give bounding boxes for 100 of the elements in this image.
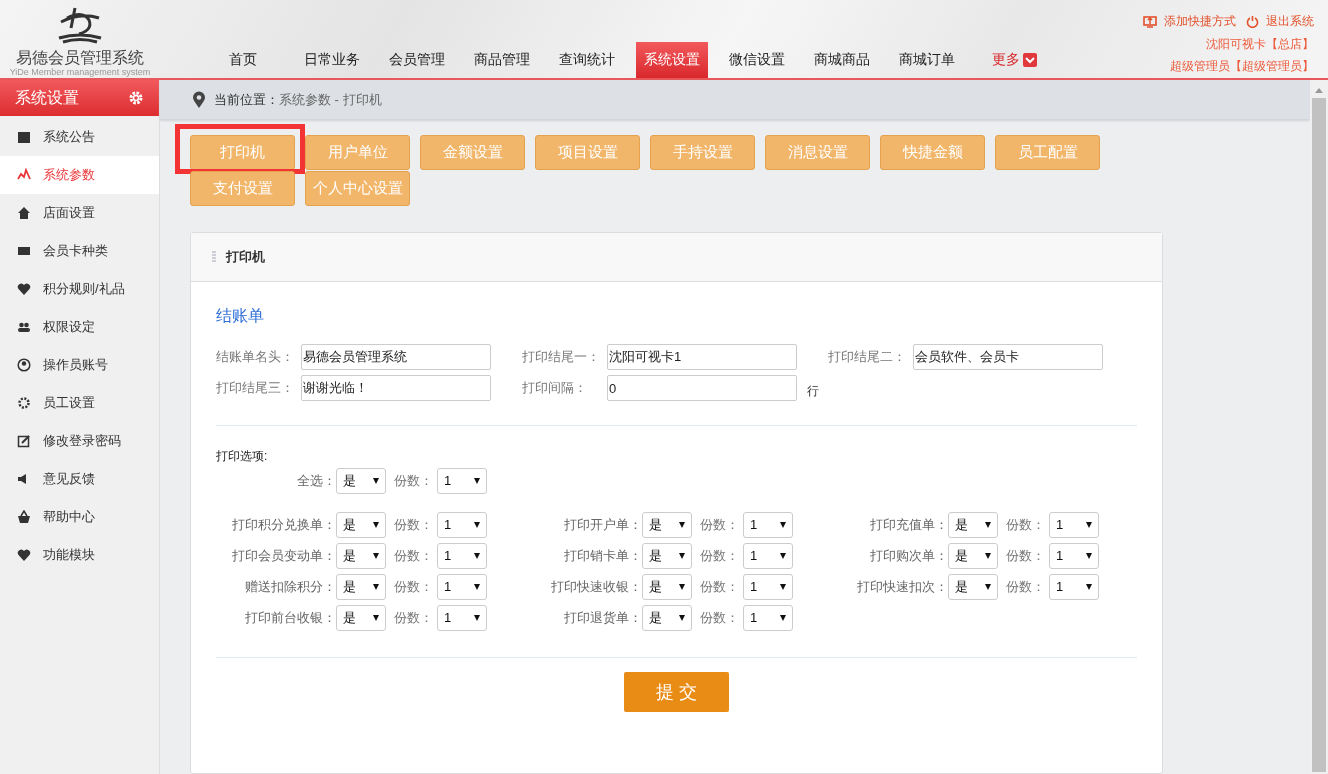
option-label: 打印前台收银： — [244, 608, 336, 627]
option-label: 赠送扣除积分： — [244, 577, 336, 596]
section-title: 结账单 — [216, 306, 265, 326]
unit-label: 行 — [807, 382, 819, 400]
copies-label: 份数： — [394, 577, 433, 596]
sidebar-item[interactable]: 员工设置 — [0, 384, 159, 422]
copies-label: 份数： — [1006, 515, 1045, 534]
power-icon — [1246, 15, 1259, 28]
dropdown[interactable]: 1 — [743, 542, 793, 569]
field-label: 打印结尾二： — [828, 348, 907, 366]
dropdown[interactable]: 是 — [336, 467, 386, 494]
field-label: 打印间隔： — [522, 379, 588, 397]
dropdown[interactable]: 是 — [642, 604, 692, 631]
calendar-icon — [17, 130, 31, 144]
option-label: 打印充值单： — [869, 515, 948, 534]
user-circle-icon — [17, 358, 31, 372]
input-field[interactable]: 会员软件、会员卡 — [913, 344, 1103, 370]
dropdown[interactable]: 1 — [1049, 542, 1099, 569]
location-pin-icon — [192, 90, 206, 109]
sidebar-item[interactable]: 权限设定 — [0, 308, 159, 346]
sidebar-item[interactable]: 系统公告 — [0, 118, 159, 156]
monitor-icon — [1143, 15, 1157, 28]
dropdown[interactable]: 1 — [743, 511, 793, 538]
dropdown[interactable]: 1 — [1049, 511, 1099, 538]
dropdown[interactable]: 1 — [437, 511, 487, 538]
dropdown[interactable]: 是 — [336, 573, 386, 600]
heart-icon — [17, 548, 31, 562]
input-field[interactable]: 易德会员管理系统 — [301, 344, 491, 370]
sidebar-item[interactable]: 会员卡种类 — [0, 232, 159, 270]
option-label: 打印会员变动单： — [231, 546, 336, 565]
breadcrumb-label: 当前位置： — [214, 90, 279, 109]
nav-item[interactable]: 会员管理 — [381, 42, 453, 78]
add-shortcut-link[interactable]: 添加快捷方式 — [1143, 13, 1236, 30]
field-label: 结账单名头： — [216, 348, 295, 366]
sidebar-item[interactable]: 意见反馈 — [0, 460, 159, 498]
option-label: 打印快速扣次： — [856, 577, 948, 596]
drag-handle-icon — [212, 251, 216, 263]
sidebar-item[interactable]: 积分规则/礼品 — [0, 270, 159, 308]
breadcrumb-path: 系统参数 - 打印机 — [279, 90, 382, 109]
sidebar-title: 系统设置 — [15, 87, 79, 108]
dropdown[interactable]: 是 — [642, 542, 692, 569]
copies-label: 份数： — [1006, 546, 1045, 565]
panel-title: 打印机 — [226, 248, 265, 266]
copies-label: 份数： — [1006, 577, 1045, 596]
dropdown[interactable]: 1 — [437, 573, 487, 600]
heart-icon — [17, 282, 31, 296]
copies-label: 份数： — [394, 546, 433, 565]
users-icon — [17, 320, 31, 334]
nav-item[interactable]: 微信设置 — [721, 42, 793, 78]
sidebar-item[interactable]: 修改登录密码 — [0, 422, 159, 460]
dropdown[interactable]: 是 — [336, 604, 386, 631]
edit-icon — [17, 434, 31, 448]
dropdown[interactable]: 1 — [437, 467, 487, 494]
dropdown[interactable]: 是 — [642, 511, 692, 538]
option-label: 打印购次单： — [869, 546, 948, 565]
dropdown[interactable]: 1 — [437, 542, 487, 569]
field-label: 打印结尾三： — [216, 379, 295, 397]
option-label: 打印销卡单： — [563, 546, 642, 565]
dropdown[interactable]: 1 — [1049, 573, 1099, 600]
dropdown[interactable]: 1 — [743, 573, 793, 600]
copies-label: 份数： — [700, 608, 739, 627]
field-label: 打印结尾一： — [522, 348, 601, 366]
copies-label: 份数： — [394, 515, 433, 534]
option-label: 打印快速收银： — [550, 577, 642, 596]
input-field[interactable]: 0 — [607, 375, 797, 401]
dropdown[interactable]: 是 — [948, 511, 998, 538]
nav-item[interactable]: 首页 — [214, 42, 272, 78]
sidebar-item[interactable]: 系统参数 — [0, 156, 159, 194]
nav-item[interactable]: 商城商品 — [806, 42, 878, 78]
dropdown[interactable]: 是 — [948, 542, 998, 569]
copies-label: 份数： — [700, 577, 739, 596]
sidebar-item[interactable]: 店面设置 — [0, 194, 159, 232]
nav-item[interactable]: 查询统计 — [551, 42, 623, 78]
dropdown[interactable]: 是 — [336, 511, 386, 538]
nav-item[interactable]: 商城订单 — [891, 42, 963, 78]
option-label: 打印开户单： — [563, 515, 642, 534]
more-menu[interactable]: 更多 — [984, 42, 1045, 78]
dropdown[interactable]: 是 — [948, 573, 998, 600]
dropdown[interactable]: 是 — [642, 573, 692, 600]
sidebar-item[interactable]: 操作员账号 — [0, 346, 159, 384]
logout-link[interactable]: 退出系统 — [1246, 13, 1314, 30]
logo-subtitle: YiDe Member management system — [9, 67, 151, 77]
chart-line-icon — [17, 168, 31, 182]
dropdown[interactable]: 是 — [336, 542, 386, 569]
user-role: 超级管理员【超级管理员】 — [1170, 58, 1314, 74]
copies-label: 份数： — [700, 546, 739, 565]
input-field[interactable]: 沈阳可视卡1 — [607, 344, 797, 370]
sidebar-item[interactable]: 帮助中心 — [0, 498, 159, 536]
dropdown[interactable]: 1 — [743, 604, 793, 631]
nav-item[interactable]: 日常业务 — [296, 42, 368, 78]
dropdown[interactable]: 1 — [437, 604, 487, 631]
sidebar-item[interactable]: 功能模块 — [0, 536, 159, 574]
option-label: 全选： — [296, 471, 336, 490]
options-title: 打印选项: — [216, 448, 269, 465]
option-label: 打印积分兑换单： — [231, 515, 336, 534]
home-icon — [17, 206, 31, 220]
nav-item[interactable]: 系统设置 — [636, 42, 708, 78]
nav-item[interactable]: 商品管理 — [466, 42, 538, 78]
copies-label: 份数： — [700, 515, 739, 534]
input-field[interactable]: 谢谢光临！ — [301, 375, 491, 401]
